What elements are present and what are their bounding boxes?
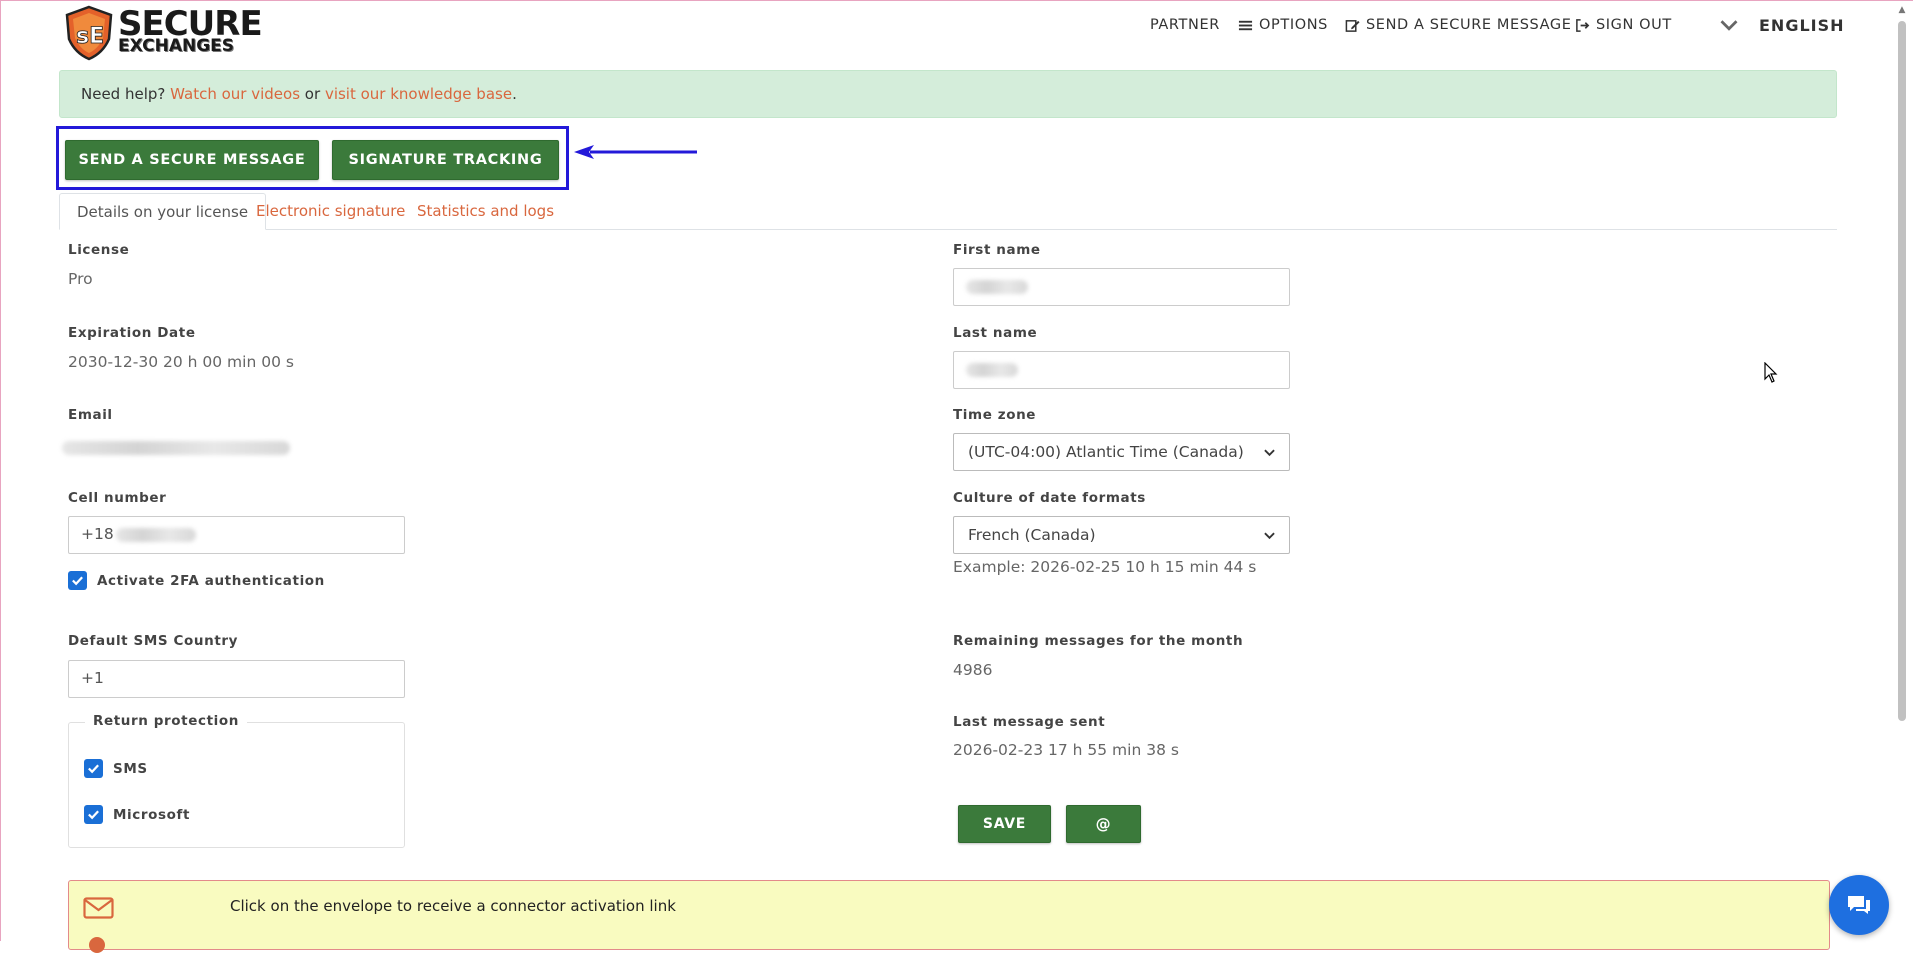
- chevron-down-icon: [1264, 532, 1275, 539]
- timezone-label: Time zone: [953, 407, 1037, 423]
- scroll-up-arrow[interactable]: ▲: [1897, 5, 1907, 15]
- tab-details-license[interactable]: Details on your license: [59, 193, 267, 230]
- save-button[interactable]: SAVE: [958, 805, 1051, 843]
- return-sms-checkbox[interactable]: [84, 759, 103, 778]
- checkmark-icon: [88, 764, 99, 774]
- expiration-label: Expiration Date: [68, 325, 196, 341]
- tab-electronic-signature[interactable]: Electronic signature: [239, 193, 422, 230]
- culture-example: Example: 2026-02-25 10 h 15 min 44 s: [953, 558, 1257, 576]
- return-protection-group: [68, 722, 405, 848]
- signature-tracking-button[interactable]: SIGNATURE TRACKING: [332, 140, 559, 180]
- sms-country-input[interactable]: +1: [68, 660, 405, 698]
- tab-statistics-logs[interactable]: Statistics and logs: [400, 193, 571, 230]
- send-secure-message-button[interactable]: SEND A SECURE MESSAGE: [65, 140, 319, 180]
- logo-wordmark: SECURE EXCHANGES: [118, 7, 263, 55]
- connector-status-icon: [89, 937, 105, 953]
- nav-options[interactable]: OPTIONS: [1238, 17, 1328, 33]
- envelope-icon[interactable]: [83, 897, 114, 919]
- nav-send-secure-message[interactable]: SEND A SECURE MESSAGE: [1345, 17, 1571, 33]
- return-microsoft-row[interactable]: Microsoft: [84, 805, 190, 824]
- help-banner: Need help? Watch our videos or visit our…: [59, 70, 1837, 118]
- nav-partner[interactable]: PARTNER: [1150, 17, 1220, 33]
- nav-sign-out[interactable]: SIGN OUT: [1575, 17, 1672, 33]
- return-sms-row[interactable]: SMS: [84, 759, 148, 778]
- checkmark-icon: [88, 810, 99, 820]
- email-value-redacted: [62, 437, 290, 456]
- arrow-left-icon: [574, 145, 697, 159]
- license-label: License: [68, 242, 130, 258]
- page-scrollbar[interactable]: [1898, 21, 1906, 721]
- sign-out-icon: [1576, 18, 1590, 32]
- connector-instruction: Click on the envelope to receive a conne…: [230, 897, 676, 915]
- last-name-label: Last name: [953, 325, 1038, 341]
- checkmark-icon: [72, 576, 83, 586]
- help-prefix: Need help?: [81, 85, 166, 103]
- remaining-label: Remaining messages for the month: [953, 633, 1244, 649]
- chevron-down-icon: [1264, 449, 1275, 456]
- cell-number-label: Cell number: [68, 490, 167, 506]
- svg-text:sE: sE: [76, 24, 104, 49]
- shield-logo-icon: sE: [65, 5, 113, 61]
- email-at-button[interactable]: @: [1066, 805, 1141, 843]
- mouse-cursor-icon: [1764, 362, 1778, 383]
- chevron-down-icon: [1720, 20, 1738, 31]
- last-name-input[interactable]: [953, 351, 1290, 389]
- email-label: Email: [68, 407, 113, 423]
- language-label: ENGLISH: [1759, 15, 1845, 35]
- return-protection-legend: Return protection: [85, 713, 247, 729]
- culture-select[interactable]: French (Canada): [953, 516, 1290, 554]
- first-name-label: First name: [953, 242, 1041, 258]
- return-sms-label: SMS: [113, 760, 148, 777]
- nav-sign-out-label: SIGN OUT: [1596, 17, 1672, 33]
- knowledge-base-link[interactable]: visit our knowledge base: [325, 85, 512, 103]
- remaining-value: 4986: [953, 661, 993, 679]
- connector-panel: Click on the envelope to receive a conne…: [68, 880, 1830, 953]
- first-name-input[interactable]: [953, 268, 1290, 306]
- edit-icon: [1345, 19, 1360, 32]
- nav-send-label: SEND A SECURE MESSAGE: [1366, 17, 1572, 33]
- watch-videos-link[interactable]: Watch our videos: [170, 85, 300, 103]
- twofa-label: Activate 2FA authentication: [97, 572, 325, 589]
- cell-number-value: +18: [81, 525, 114, 543]
- last-sent-label: Last message sent: [953, 714, 1106, 730]
- chat-widget-button[interactable]: [1829, 875, 1889, 935]
- expiration-value: 2030-12-30 20 h 00 min 00 s: [68, 353, 294, 371]
- chat-icon: [1848, 896, 1870, 914]
- help-or: or: [304, 85, 321, 103]
- language-selector[interactable]: ENGLISH: [1719, 15, 1845, 35]
- help-suffix: .: [512, 85, 517, 103]
- culture-label: Culture of date formats: [953, 490, 1146, 506]
- culture-value: French (Canada): [968, 526, 1096, 544]
- return-microsoft-label: Microsoft: [113, 806, 191, 823]
- license-value: Pro: [68, 270, 93, 288]
- return-microsoft-checkbox[interactable]: [84, 805, 103, 824]
- nav-partner-label: PARTNER: [1150, 17, 1220, 33]
- last-sent-value: 2026-02-23 17 h 55 min 38 s: [953, 741, 1179, 759]
- timezone-value: (UTC-04:00) Atlantic Time (Canada): [968, 443, 1244, 461]
- timezone-select[interactable]: (UTC-04:00) Atlantic Time (Canada): [953, 433, 1290, 471]
- sms-country-label: Default SMS Country: [68, 633, 239, 649]
- menu-icon: [1238, 20, 1253, 30]
- nav-options-label: OPTIONS: [1259, 17, 1328, 33]
- twofa-checkbox[interactable]: [68, 571, 87, 590]
- cell-number-input[interactable]: +18: [68, 516, 405, 554]
- twofa-row[interactable]: Activate 2FA authentication: [68, 571, 325, 590]
